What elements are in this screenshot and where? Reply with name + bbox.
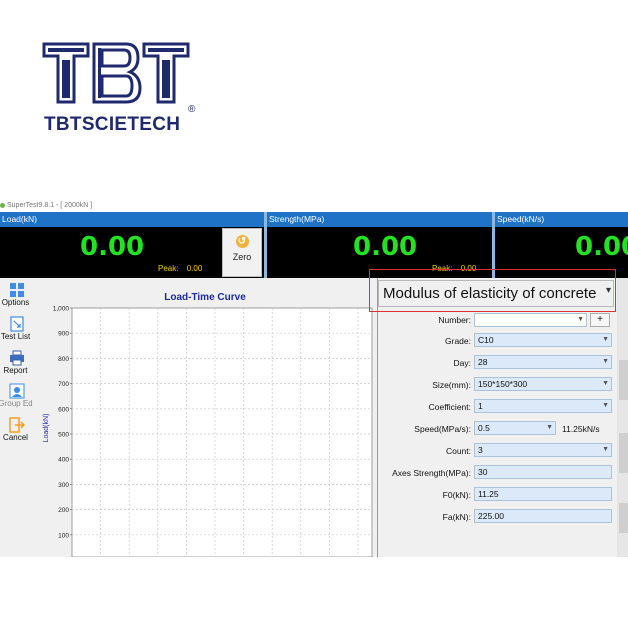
day-select[interactable]: 28 ▼ — [474, 355, 612, 369]
chevron-down-icon: ▼ — [577, 316, 584, 323]
load-readout-panel: Load(kN) 0.00 Peak: 0.00 ↺ Zero — [0, 212, 264, 278]
y-tick-label: 1,000 — [53, 306, 70, 313]
fa-value: 225.00 — [478, 511, 504, 521]
load-readout-header: Load(kN) — [0, 212, 264, 227]
test-list-label: Test List — [0, 332, 31, 341]
y-tick-label: 600 — [58, 406, 69, 413]
count-label: Count: — [445, 446, 471, 456]
f0-input[interactable]: 11.25 — [474, 487, 612, 501]
number-label: Number: — [438, 315, 471, 325]
zero-button[interactable]: ↺ Zero — [222, 228, 262, 277]
zero-reset-icon: ↺ — [235, 235, 249, 248]
size-value: 150*150*300 — [478, 379, 528, 389]
count-value: 3 — [478, 445, 483, 455]
app-icon — [0, 203, 5, 208]
highlight-box — [369, 269, 616, 312]
chevron-down-icon: ▼ — [602, 336, 609, 343]
brand-name: TBTSCIETECH — [44, 114, 181, 135]
coefficient-value: 1 — [478, 401, 483, 411]
strength-readout-header: Strength(MPa) — [267, 212, 492, 227]
fa-label: Fa(kN): — [442, 512, 471, 522]
speed-select[interactable]: 0.5 ▼ — [474, 421, 556, 435]
exit-arrow-icon — [8, 417, 25, 433]
y-tick-label: 500 — [58, 432, 69, 439]
load-readout-value: 0.00 — [80, 232, 145, 262]
speed-label: Speed(MPa/s): — [414, 424, 471, 434]
count-select[interactable]: 3 ▼ — [474, 443, 612, 457]
printer-icon — [9, 350, 24, 366]
tbt-logo-mark — [42, 42, 190, 104]
y-axis-label: Load(kN) — [43, 414, 50, 443]
options-grid-icon — [9, 283, 24, 297]
group-edit-label: Group Ed — [0, 399, 33, 408]
cancel-label: Cancel — [3, 433, 28, 442]
right-scrollbar[interactable] — [617, 278, 628, 557]
size-select[interactable]: 150*150*300 ▼ — [474, 377, 612, 391]
coefficient-select[interactable]: 1 ▼ — [474, 399, 612, 413]
scrollbar-thumb[interactable] — [619, 503, 628, 533]
zero-button-label: Zero — [232, 252, 252, 262]
y-tick-label: 700 — [58, 381, 69, 388]
y-tick-label: 900 — [58, 331, 69, 338]
axes-strength-input[interactable]: 30 — [474, 465, 612, 479]
load-peak-value: 0.00 — [186, 264, 203, 273]
cancel-button[interactable]: Cancel — [0, 415, 33, 447]
chevron-down-icon: ▼ — [602, 446, 609, 453]
y-tick-label: 300 — [58, 482, 69, 489]
registered-mark: ® — [188, 104, 196, 115]
options-label: Options — [1, 298, 30, 307]
y-tick-label: 800 — [58, 356, 69, 363]
axes-strength-label: Axes Strength(MPa): — [392, 468, 471, 478]
chevron-down-icon: ▼ — [602, 402, 609, 409]
scrollbar-thumb[interactable] — [619, 433, 628, 473]
chevron-down-icon: ▼ — [602, 358, 609, 365]
strength-readout-value: 0.00 — [353, 232, 418, 262]
grade-label: Grade: — [445, 336, 471, 346]
load-peak: Peak: 0.00 — [158, 264, 202, 273]
scrollbar-thumb[interactable] — [619, 360, 628, 400]
left-toolbar: Options Test List Report Group Ed Cancel — [0, 278, 33, 557]
y-tick-label: 200 — [58, 507, 69, 514]
f0-value: 11.25 — [478, 489, 499, 499]
number-select[interactable]: ▼ — [474, 313, 587, 327]
coefficient-label: Coefficient: — [428, 402, 471, 412]
grade-value: C10 — [478, 335, 494, 345]
fa-input[interactable]: 225.00 — [474, 509, 612, 523]
size-label: Size(mm): — [432, 380, 471, 390]
speed-conversion: 11.25kN/s — [562, 424, 600, 434]
window-titlebar: SuperTest9.8.1 - [ 2000kN ] — [0, 199, 628, 212]
options-button[interactable]: Options — [0, 280, 33, 312]
group-edit-icon — [9, 383, 24, 399]
axes-strength-value: 30 — [478, 467, 488, 477]
plot-area — [71, 307, 373, 557]
window-title: SuperTest9.8.1 - [ 2000kN ] — [7, 202, 93, 209]
speed-readout-value: 0.00 — [575, 232, 628, 262]
speed-value: 0.5 — [478, 423, 490, 433]
day-label: Day: — [453, 358, 471, 368]
grade-select[interactable]: C10 ▼ — [474, 333, 612, 347]
load-time-chart: Load-Time Curve 1,000 900 800 700 600 500 400 3… — [34, 278, 376, 557]
day-value: 28 — [478, 357, 488, 367]
y-tick-label: 100 — [58, 532, 69, 539]
chart-canvas: 1,000 900 800 700 600 500 400 300 200 100 Load(kN) — [43, 306, 373, 557]
test-list-icon — [9, 316, 24, 332]
add-number-button[interactable]: + — [590, 313, 610, 327]
report-button[interactable]: Report — [0, 348, 33, 380]
report-label: Report — [3, 366, 28, 375]
group-edit-button[interactable]: Group Ed — [0, 381, 33, 413]
y-tick-label: 400 — [58, 457, 69, 464]
speed-readout-header: Speed(kN/s) — [495, 212, 628, 227]
test-list-button[interactable]: Test List — [0, 314, 33, 346]
chevron-down-icon: ▼ — [546, 424, 553, 431]
brand-logo: TBTSCIETECH — [42, 40, 202, 135]
f0-label: F0(kN): — [442, 490, 471, 500]
load-peak-label: Peak: — [158, 264, 179, 273]
chevron-down-icon: ▼ — [602, 380, 609, 387]
